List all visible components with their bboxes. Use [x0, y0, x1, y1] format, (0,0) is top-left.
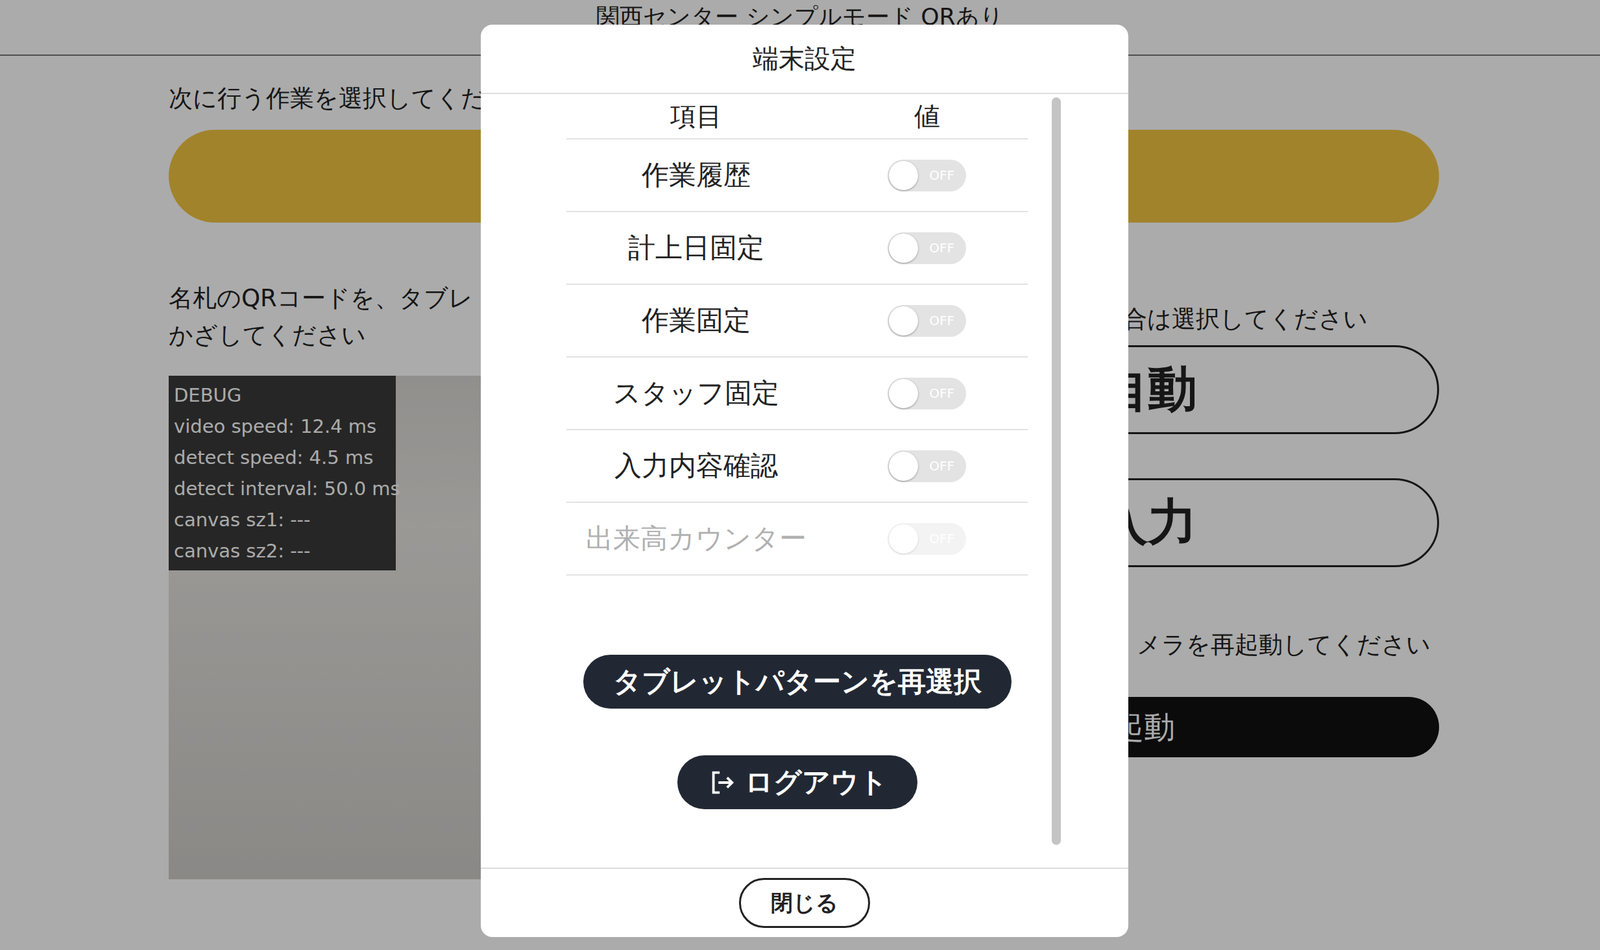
- screen: 関西センター シンプルモード QRあり 次に行う作業を選択してくだ 名札のQRコ…: [0, 0, 1600, 950]
- scrollbar[interactable]: [1051, 97, 1061, 845]
- setting-label: 計上日固定: [566, 229, 826, 267]
- settings-dialog: 端末設定 項目値 作業履歴 OFF計上日固定 OFF作業固定 OFFスタッフ固定…: [480, 24, 1129, 937]
- toggle-knob: [888, 306, 919, 336]
- toggle-switch[interactable]: OFF: [887, 304, 967, 337]
- setting-value: OFF: [825, 159, 1028, 192]
- toggle-switch[interactable]: OFF: [887, 377, 967, 410]
- setting-value: OFF: [825, 377, 1028, 410]
- toggle-switch[interactable]: OFF: [887, 159, 967, 192]
- settings-table: 項目値 作業履歴 OFF計上日固定 OFF作業固定 OFFスタッフ固定 OFF入…: [566, 94, 1028, 576]
- setting-label: 作業固定: [566, 302, 826, 339]
- setting-value: OFF: [825, 304, 1028, 337]
- setting-label: 入力内容確認: [566, 447, 826, 485]
- toggle-knob: [888, 233, 919, 263]
- toggle-text: OFF: [929, 159, 955, 192]
- table-header: 項目値: [566, 94, 1028, 140]
- reselect-button[interactable]: タブレットパターンを再選択: [583, 654, 1012, 709]
- logout-icon: [707, 767, 738, 798]
- setting-value: OFF: [825, 232, 1028, 265]
- setting-row: スタッフ固定 OFF: [566, 357, 1028, 431]
- setting-row: 入力内容確認 OFF: [566, 430, 1028, 503]
- toggle-switch[interactable]: OFF: [887, 450, 967, 483]
- dialog-header: 端末設定: [480, 24, 1129, 95]
- logout-label: ログアウト: [744, 763, 888, 802]
- setting-label: 出来高カウンター: [566, 520, 826, 557]
- setting-value: OFF: [825, 450, 1028, 483]
- setting-row: 作業履歴 OFF: [566, 139, 1028, 213]
- column-header: 項目: [566, 98, 826, 135]
- setting-label: 作業履歴: [566, 157, 826, 194]
- toggle-text: OFF: [929, 232, 955, 265]
- dialog-title: 端末設定: [752, 40, 857, 77]
- setting-row: 計上日固定 OFF: [566, 212, 1028, 285]
- logout-button[interactable]: ログアウト: [677, 755, 918, 810]
- dialog-actions: タブレットパターンを再選択 ログアウト: [566, 654, 1028, 810]
- toggle-knob: [888, 160, 919, 191]
- toggle-text: OFF: [929, 377, 955, 410]
- setting-row: 作業固定 OFF: [566, 284, 1028, 358]
- toggle-knob: [888, 524, 919, 554]
- column-header: 値: [825, 98, 1028, 135]
- dialog-footer: 閉じる: [480, 867, 1129, 937]
- toggle-text: OFF: [929, 304, 955, 337]
- toggle-switch: OFF: [887, 522, 967, 555]
- setting-value: OFF: [825, 522, 1028, 555]
- toggle-text: OFF: [929, 450, 955, 483]
- setting-row: 出来高カウンター OFF: [566, 502, 1028, 576]
- close-button[interactable]: 閉じる: [739, 877, 871, 928]
- toggle-knob: [888, 451, 919, 481]
- toggle-knob: [888, 378, 919, 409]
- dialog-body: 項目値 作業履歴 OFF計上日固定 OFF作業固定 OFFスタッフ固定 OFF入…: [480, 94, 1129, 868]
- toggle-text: OFF: [929, 522, 955, 555]
- setting-label: スタッフ固定: [566, 375, 826, 412]
- toggle-switch[interactable]: OFF: [887, 232, 967, 265]
